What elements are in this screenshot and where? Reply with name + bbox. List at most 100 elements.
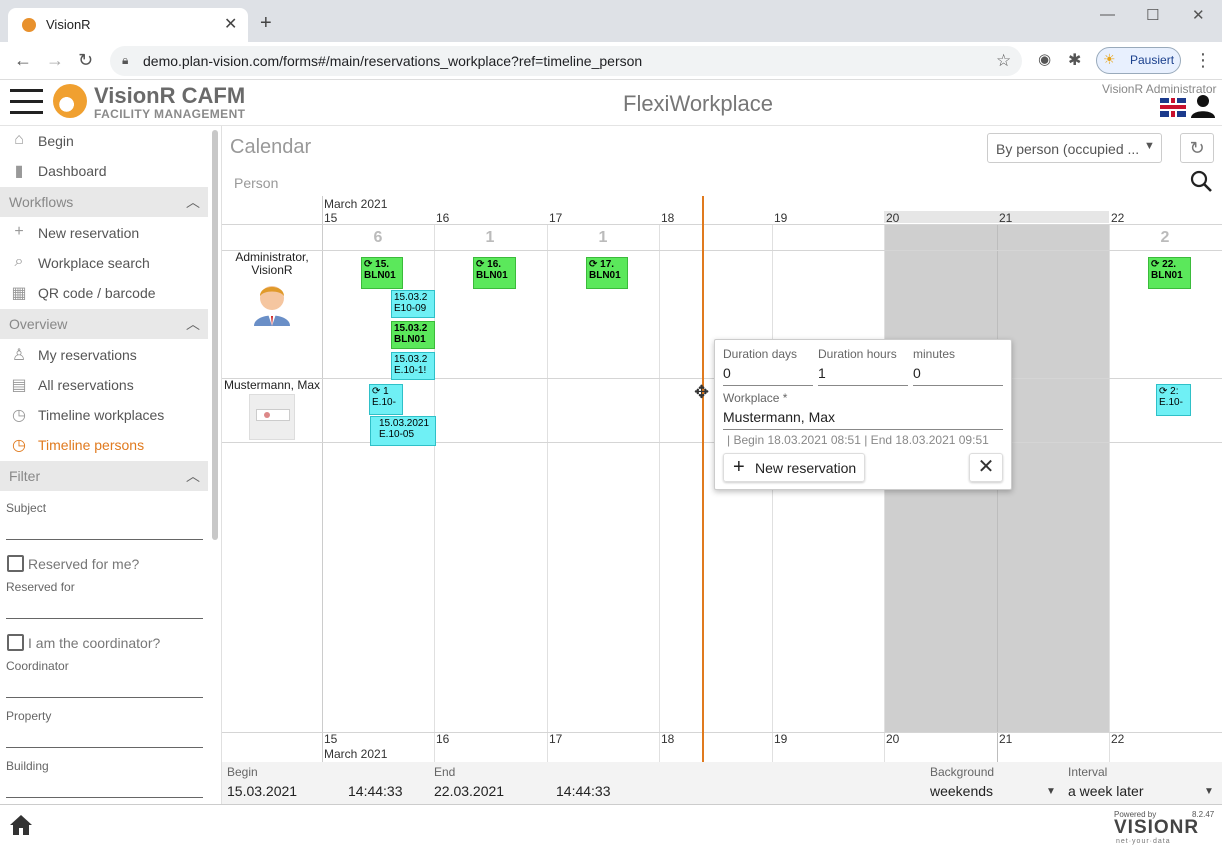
property-input[interactable] [6,747,203,748]
browser-menu-icon[interactable]: ⋮ [1194,50,1212,71]
reservation-event[interactable]: ⟳ 1 E.10- [369,384,403,415]
plus-icon: + [733,456,745,478]
move-cursor-icon: ✥ [694,382,710,402]
duration-hours-input[interactable]: 1 [818,365,826,381]
forward-arrow-icon[interactable]: → [46,50,64,71]
coordinator-input[interactable] [6,697,203,698]
duration-hours-label: Duration hours [818,347,897,361]
day-label-bottom: 21 [999,732,1013,746]
row-line [222,250,1222,251]
reservation-event[interactable]: 15.03.2 BLN01 [391,321,435,349]
back-arrow-icon[interactable]: ← [14,50,32,71]
reload-icon[interactable]: ↻ [78,50,93,71]
refresh-button[interactable]: ↻ [1180,133,1214,163]
bookmark-star-icon[interactable]: ☆ [996,51,1011,71]
grid-line [884,224,885,762]
sun-avatar-icon: ☀ [1103,51,1116,67]
new-reservation-button[interactable]: + New reservation [723,453,865,482]
dropdown-arrow-icon[interactable]: ▼ [1046,786,1056,797]
coordinator-checkbox[interactable] [7,634,24,651]
minutes-input[interactable]: 0 [913,365,921,381]
section-title: Overview [9,316,68,332]
reservation-event[interactable]: 15.03.2 E10-09 [391,290,435,318]
sidebar-item-timeline-workplaces[interactable]: ◷ Timeline workplaces [0,400,208,430]
reserved-for-input[interactable] [6,618,203,619]
sidebar-item-new-reservation[interactable]: + New reservation [0,218,208,248]
plus-icon: + [14,223,24,240]
qr-code-icon: ▦ [11,285,27,302]
coordinator-label: Coordinator [6,659,69,673]
begin-time-input[interactable]: 14:44:33 [348,783,403,799]
maximize-window-button[interactable]: ☐ [1146,6,1159,24]
hamburger-menu-icon[interactable] [10,89,43,115]
reserved-for-me-checkbox[interactable] [7,555,24,572]
chevron-up-icon: ︿ [186,316,200,332]
date-range-bar: Begin 15.03.2021 14:44:33 End 22.03.2021… [222,762,1222,804]
address-bar[interactable]: 🔒︎ demo.plan-vision.com/forms#/main/rese… [110,46,1022,76]
event-line2: E.10-05 [379,429,415,440]
sidebar-item-workplace-search[interactable]: ⌕ Workplace search [0,248,208,278]
reservation-event[interactable]: ⟳ 15. BLN01 [361,257,403,289]
profile-paused-button[interactable]: ☀ Pausiert [1096,47,1181,74]
subject-label: Subject [6,501,47,515]
event-line2: E.10-1! [394,365,427,376]
uk-flag-language-icon[interactable] [1160,98,1186,117]
new-tab-button[interactable]: + [260,12,272,35]
extension-circle-icon[interactable]: ◉ [1038,50,1051,68]
event-line2: BLN01 [364,270,396,281]
sidebar-item-label: Begin [38,133,74,149]
extensions-puzzle-icon[interactable]: ✱ [1068,50,1081,70]
close-popup-button[interactable]: ✕ [969,453,1003,482]
browser-tab[interactable]: VisionR ✕ [8,8,248,42]
workplace-input[interactable]: Mustermann, Max [723,409,835,425]
group-by-label: Person [234,175,279,191]
filter-section-header[interactable]: Filter ︿ [0,461,208,491]
reservation-event[interactable]: ⟳ 2: E.10- [1156,384,1191,416]
sidebar-item-my-reservations[interactable]: ♙ My reservations [0,340,208,370]
search-icon[interactable] [1190,170,1212,192]
page-title: Calendar [230,136,312,158]
interval-select[interactable]: a week later [1068,783,1143,799]
reservation-event[interactable]: 15.03.2 E.10-1! [391,352,435,380]
event-line1: 17. [600,259,615,270]
event-line2: BLN01 [394,334,426,345]
home-icon[interactable] [8,813,34,837]
minimize-window-button[interactable]: — [1100,6,1115,23]
time-range-text: | Begin 18.03.2021 08:51 | End 18.03.202… [727,433,989,447]
begin-date-input[interactable]: 15.03.2021 [227,783,297,799]
overview-section-header[interactable]: Overview ︿ [0,309,208,339]
app-header: VisionR CAFM FACILITY MANAGEMENT FlexiWo… [0,80,1222,126]
close-window-button[interactable]: ✕ [1192,6,1205,24]
reservation-event[interactable]: 15.03.2021 E.10-05 [370,416,436,446]
background-select[interactable]: weekends [930,783,993,799]
visionr-favicon-icon [22,18,36,32]
day-label: 21 [999,211,1013,225]
clock-icon: ◷ [12,437,26,454]
building-input[interactable] [6,797,203,798]
view-mode-select[interactable]: By person (occupied ... ▼ [987,133,1162,163]
close-tab-icon[interactable]: ✕ [224,14,237,34]
sidebar-item-timeline-persons[interactable]: ◷ Timeline persons [0,430,208,460]
sidebar-scrollbar[interactable] [212,130,218,540]
sidebar-item-begin[interactable]: ⌂ Begin [0,126,208,156]
user-account-icon[interactable] [1190,94,1216,118]
sidebar-item-dashboard[interactable]: ▮ Dashboard [0,156,208,186]
day-label: 18 [661,211,675,225]
reservation-event[interactable]: ⟳ 16. BLN01 [473,257,516,289]
workflows-section-header[interactable]: Workflows ︿ [0,187,208,217]
end-time-input[interactable]: 14:44:33 [556,783,611,799]
property-label: Property [6,709,52,723]
reservation-event[interactable]: ⟳ 17. BLN01 [586,257,628,289]
close-icon: ✕ [977,456,995,478]
duration-days-input[interactable]: 0 [723,365,731,381]
workplace-label: Workplace * [723,391,788,405]
clock-icon: ◷ [12,407,26,424]
recurring-icon: ⟳ [372,386,384,397]
subject-input[interactable] [6,539,203,540]
sidebar-item-qr-code[interactable]: ▦ QR code / barcode [0,278,208,308]
section-title: Workflows [9,194,74,210]
end-date-input[interactable]: 22.03.2021 [434,783,504,799]
reservation-event[interactable]: ⟳ 22. BLN01 [1148,257,1191,289]
sidebar-item-all-reservations[interactable]: ▤ All reservations [0,370,208,400]
dropdown-arrow-icon[interactable]: ▼ [1204,786,1214,797]
